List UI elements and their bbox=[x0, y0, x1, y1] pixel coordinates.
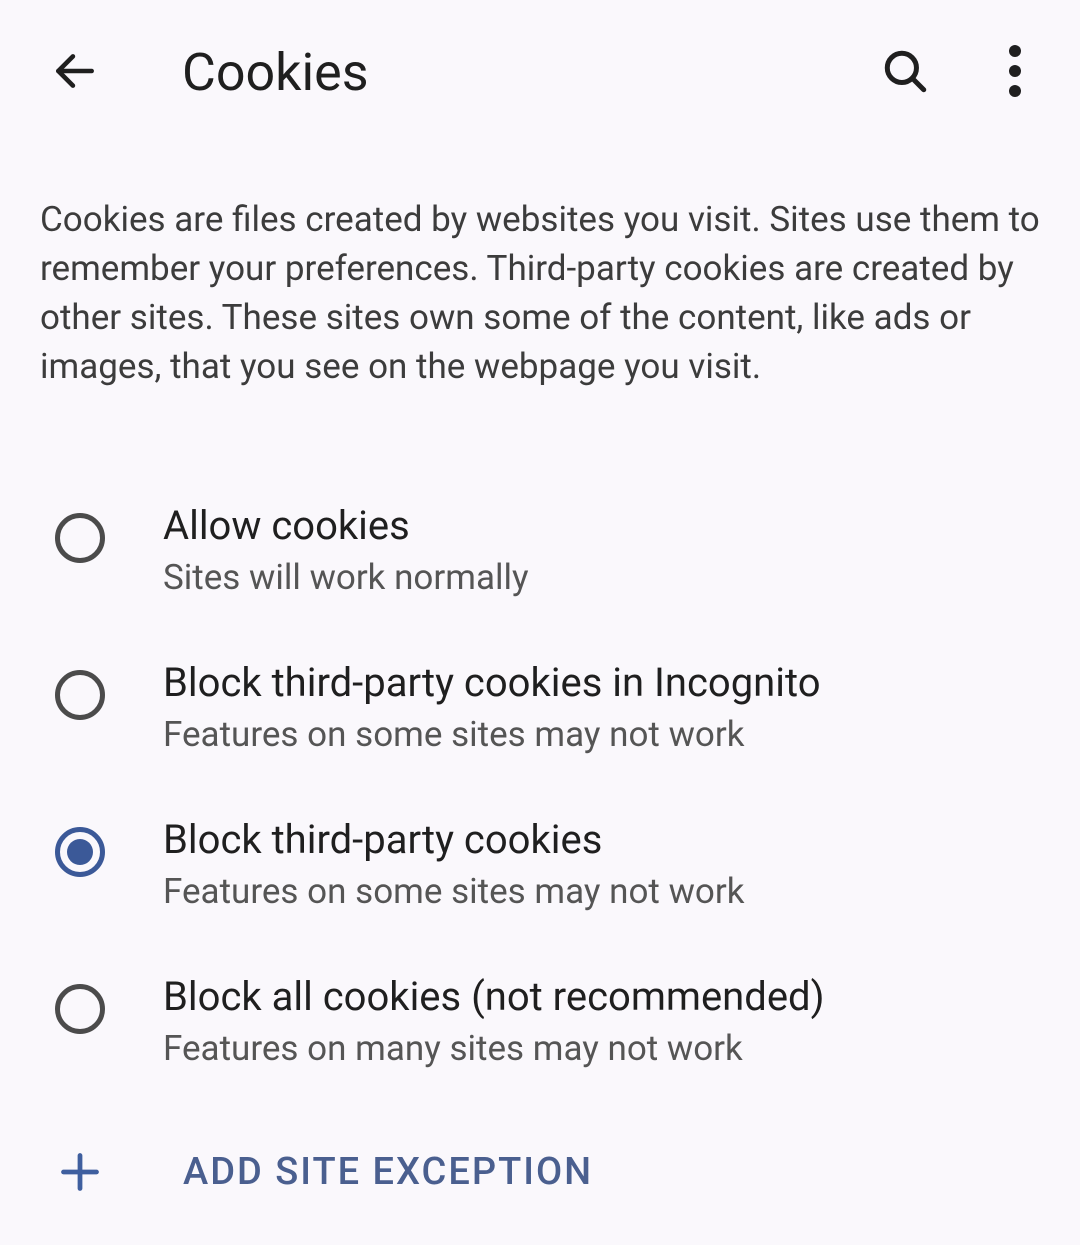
page-title: Cookies bbox=[182, 42, 870, 103]
add-site-exception-label: ADD SITE EXCEPTION bbox=[183, 1150, 593, 1194]
app-header: Cookies bbox=[0, 0, 1080, 145]
option-block-third-party-incognito[interactable]: Block third-party cookies in Incognito F… bbox=[0, 628, 1080, 785]
cookie-options-list: Allow cookies Sites will work normally B… bbox=[0, 421, 1080, 1099]
more-vert-icon bbox=[1009, 45, 1021, 101]
option-title: Block all cookies (not recommended) bbox=[163, 972, 825, 1022]
overflow-menu-button[interactable] bbox=[980, 38, 1050, 108]
option-title: Block third-party cookies in Incognito bbox=[163, 658, 821, 708]
option-title: Block third-party cookies bbox=[163, 815, 744, 865]
option-block-third-party[interactable]: Block third-party cookies Features on so… bbox=[0, 785, 1080, 942]
option-subtitle: Features on many sites may not work bbox=[163, 1028, 825, 1069]
option-title: Allow cookies bbox=[163, 501, 529, 551]
radio-icon bbox=[55, 827, 105, 877]
option-subtitle: Sites will work normally bbox=[163, 557, 529, 598]
radio-icon bbox=[55, 513, 105, 563]
option-text: Block all cookies (not recommended) Feat… bbox=[163, 972, 825, 1069]
option-allow-cookies[interactable]: Allow cookies Sites will work normally bbox=[0, 471, 1080, 628]
radio-icon bbox=[55, 670, 105, 720]
back-arrow-icon bbox=[50, 46, 100, 100]
search-button[interactable] bbox=[870, 38, 940, 108]
back-button[interactable] bbox=[40, 38, 110, 108]
option-text: Block third-party cookies Features on so… bbox=[163, 815, 744, 912]
option-text: Block third-party cookies in Incognito F… bbox=[163, 658, 821, 755]
radio-icon bbox=[55, 984, 105, 1034]
option-text: Allow cookies Sites will work normally bbox=[163, 501, 529, 598]
cookies-description: Cookies are files created by websites yo… bbox=[0, 145, 1080, 421]
header-actions bbox=[870, 38, 1050, 108]
search-icon bbox=[880, 46, 930, 100]
option-subtitle: Features on some sites may not work bbox=[163, 714, 821, 755]
add-site-exception-button[interactable]: ADD SITE EXCEPTION bbox=[0, 1099, 1080, 1245]
option-subtitle: Features on some sites may not work bbox=[163, 871, 744, 912]
option-block-all-cookies[interactable]: Block all cookies (not recommended) Feat… bbox=[0, 942, 1080, 1099]
plus-icon bbox=[55, 1147, 105, 1197]
